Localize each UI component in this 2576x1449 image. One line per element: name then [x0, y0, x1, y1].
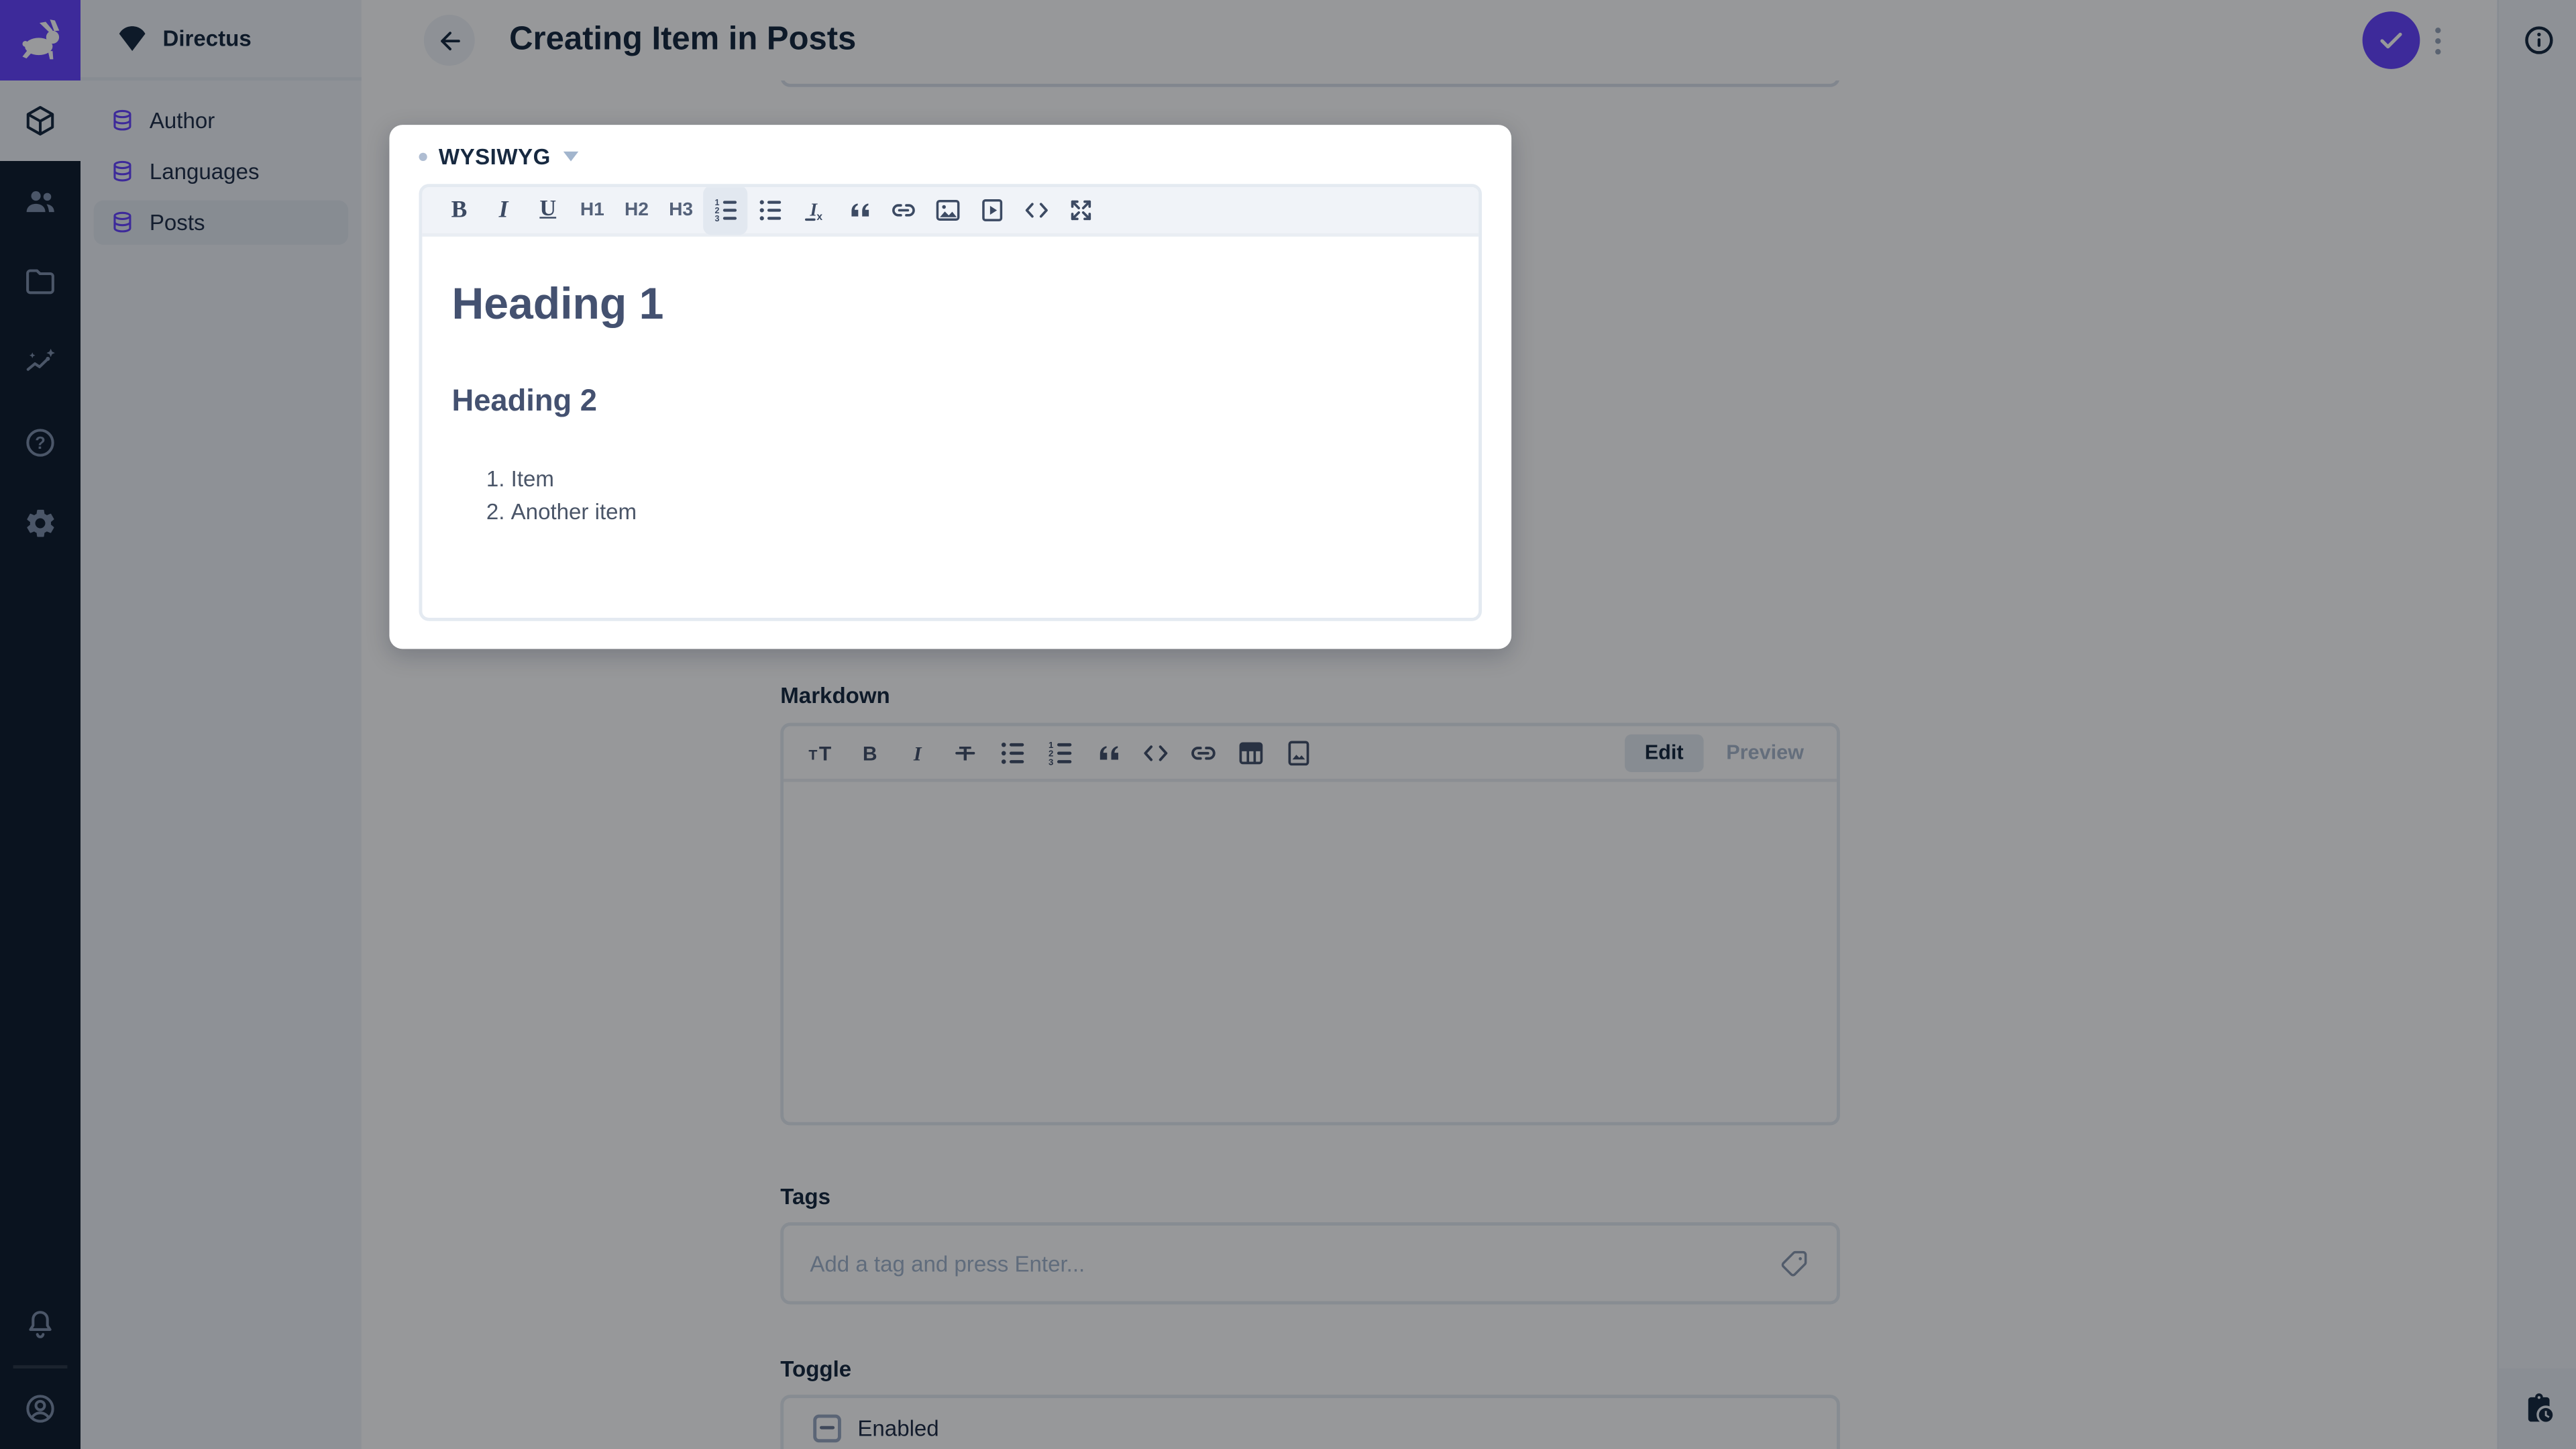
- clear-format-button[interactable]: I x: [792, 187, 836, 235]
- bold-button[interactable]: B: [437, 187, 481, 235]
- list-item: Item: [511, 464, 1443, 496]
- image-icon: [935, 199, 959, 221]
- content-ordered-list: Item Another item: [451, 464, 1442, 529]
- wysiwyg-field-label-row[interactable]: WYSIWYG: [419, 140, 580, 172]
- bullet-list-icon: [759, 200, 780, 221]
- wysiwyg-field-label: WYSIWYG: [438, 144, 551, 169]
- code-button[interactable]: [1014, 187, 1058, 235]
- wysiwyg-content[interactable]: Heading 1 Heading 2 Item Another item: [422, 237, 1479, 529]
- svg-text:x: x: [816, 211, 822, 223]
- svg-text:3: 3: [714, 214, 718, 223]
- heading1-button[interactable]: H1: [570, 187, 614, 235]
- italic-button[interactable]: I: [482, 187, 526, 235]
- content-heading2: Heading 2: [451, 382, 598, 418]
- chevron-down-icon: [564, 151, 579, 162]
- fullscreen-icon: [1070, 200, 1090, 221]
- wysiwyg-editor: B I U H1 H2 H3 1 2 3 I x Heading 1 Headi…: [419, 184, 1482, 621]
- bullet-list-button[interactable]: [747, 187, 792, 235]
- ordered-list-icon: 1 2 3: [714, 198, 736, 223]
- app-window: ? Directus Author Languages Posts Creati…: [0, 0, 2576, 1449]
- underline-button[interactable]: U: [526, 187, 570, 235]
- blockquote-button[interactable]: [837, 187, 881, 235]
- video-button[interactable]: [969, 187, 1014, 235]
- code-icon: [1024, 203, 1047, 218]
- video-icon: [981, 199, 1002, 221]
- image-button[interactable]: [925, 187, 969, 235]
- fullscreen-button[interactable]: [1058, 187, 1102, 235]
- edited-dot: [419, 152, 427, 160]
- clear-format-icon: I x: [804, 199, 822, 223]
- ordered-list-button[interactable]: 1 2 3: [703, 187, 748, 235]
- link-button[interactable]: [881, 187, 925, 235]
- heading2-button[interactable]: H2: [614, 187, 659, 235]
- wysiwyg-toolbar: B I U H1 H2 H3 1 2 3 I x: [422, 187, 1479, 237]
- blockquote-icon: [851, 203, 868, 217]
- heading3-button[interactable]: H3: [659, 187, 703, 235]
- content-heading1: Heading 1: [451, 279, 664, 329]
- link-icon: [891, 204, 914, 217]
- list-item: Another item: [511, 496, 1443, 529]
- wysiwyg-field-card: WYSIWYG B I U H1 H2 H3 1 2 3 I x Heading…: [389, 125, 1512, 649]
